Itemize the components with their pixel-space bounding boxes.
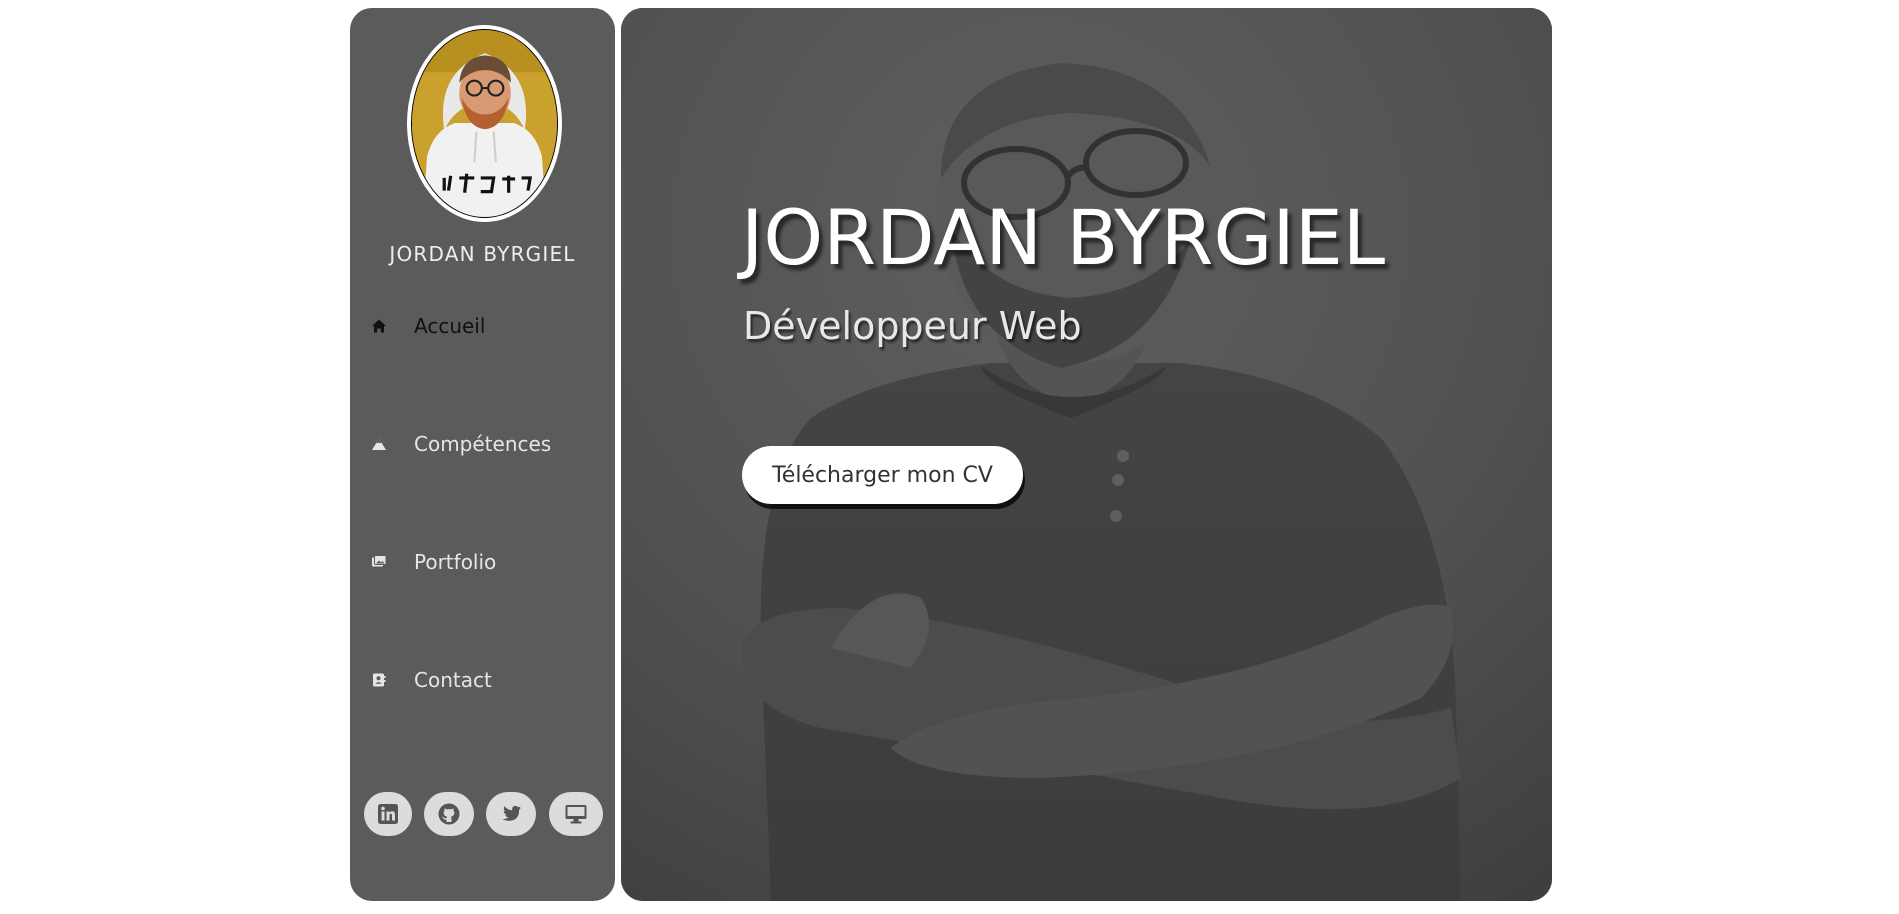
github-link[interactable]	[424, 792, 474, 836]
nav-item-competences[interactable]: Compétences	[370, 424, 600, 464]
twitter-icon	[502, 805, 521, 821]
linkedin-link[interactable]	[364, 792, 412, 836]
hero-subtitle: Développeur Web	[743, 304, 1082, 348]
images-icon	[370, 553, 388, 571]
nav-label-contact: Contact	[414, 668, 492, 692]
nav-item-contact[interactable]: Contact	[370, 660, 600, 700]
nav-item-portfolio[interactable]: Portfolio	[370, 542, 600, 582]
nav-item-accueil[interactable]: Accueil	[370, 306, 600, 346]
sidebar-profile-name: JORDAN BYRGIEL	[389, 242, 576, 266]
social-links	[364, 792, 604, 838]
desktop-icon	[565, 805, 587, 824]
download-cv-button[interactable]: Télécharger mon CV	[742, 446, 1023, 504]
mountain-icon	[370, 435, 388, 453]
website-link[interactable]	[549, 792, 603, 836]
page: JORDAN BYRGIEL Accueil Compétences Portf…	[0, 0, 1899, 914]
hero-title: JORDAN BYRGIEL	[741, 193, 1386, 282]
nav-label-accueil: Accueil	[414, 314, 486, 338]
avatar	[407, 25, 562, 222]
sidebar: JORDAN BYRGIEL Accueil Compétences Portf…	[350, 8, 615, 901]
contact-card-icon	[370, 671, 388, 689]
twitter-link[interactable]	[486, 792, 536, 836]
nav-label-portfolio: Portfolio	[414, 550, 497, 574]
avatar-photo	[412, 30, 557, 217]
hero-section: JORDAN BYRGIEL Développeur Web Télécharg…	[621, 8, 1552, 901]
linkedin-icon	[378, 804, 398, 824]
github-icon	[438, 803, 460, 825]
home-icon	[370, 317, 388, 335]
nav-label-competences: Compétences	[414, 432, 552, 456]
